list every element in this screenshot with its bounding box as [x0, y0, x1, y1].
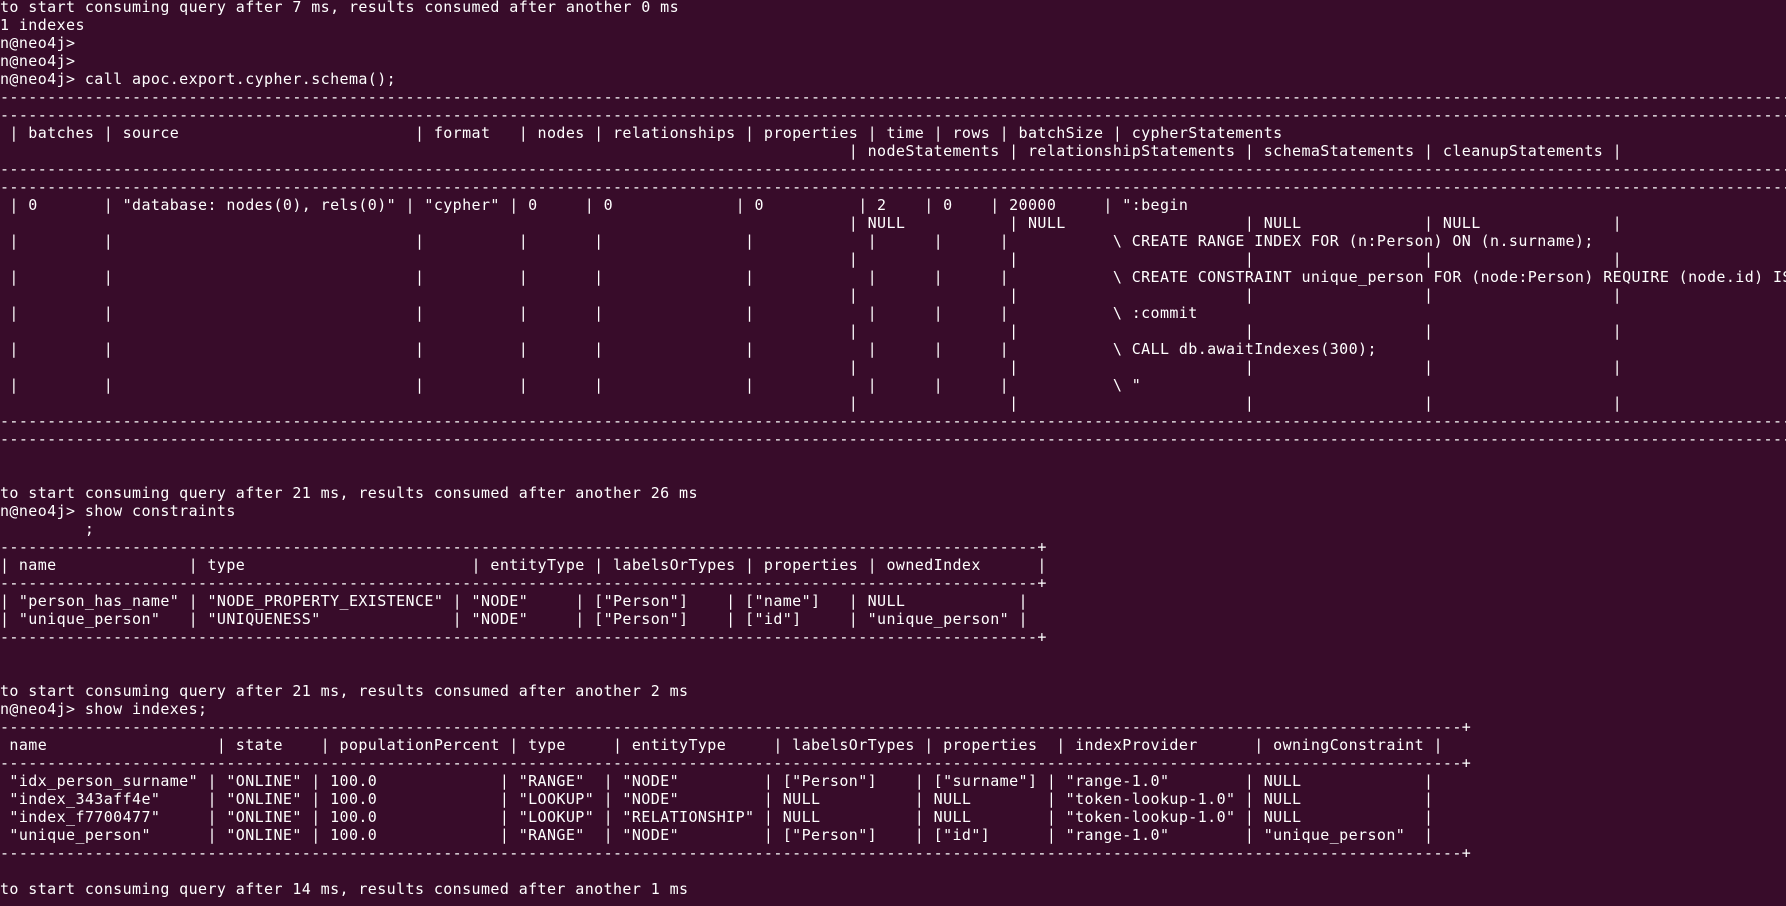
terminal-line: name | state | populationPercent | type … — [0, 736, 1443, 754]
terminal-line: | | | | | | | | | \ CALL db.awaitIndexes… — [0, 340, 1377, 358]
terminal-line: | batches | source | format | nodes | re… — [0, 124, 1283, 142]
terminal-line: | | | | | — [0, 286, 1623, 304]
terminal-output: to start consuming query after 7 ms, res… — [0, 0, 1786, 898]
terminal-line: 1 indexes — [0, 16, 85, 34]
terminal-line: | | | | | | | | | \ CREATE CONSTRAINT un… — [0, 268, 1786, 286]
terminal-line: n@neo4j> show constraints — [0, 502, 236, 520]
terminal-line: ----------------------------------------… — [0, 412, 1786, 430]
terminal-line: | | | | | — [0, 250, 1623, 268]
terminal-line: ----------------------------------------… — [0, 628, 1047, 646]
terminal-line: to start consuming query after 7 ms, res… — [0, 0, 680, 16]
terminal-line: ----------------------------------------… — [0, 178, 1786, 196]
terminal-line: ----------------------------------------… — [0, 754, 1472, 772]
terminal-line: "unique_person" | "ONLINE" | 100.0 | "RA… — [0, 826, 1434, 844]
terminal-line: ----------------------------------------… — [0, 430, 1786, 448]
terminal-line: ----------------------------------------… — [0, 88, 1786, 106]
terminal-line: | NULL | NULL | NULL | NULL | — [0, 214, 1623, 232]
terminal-line: ----------------------------------------… — [0, 538, 1047, 556]
terminal-line: | | | | | | | | | \ :commit — [0, 304, 1198, 322]
terminal-window[interactable]: to start consuming query after 7 ms, res… — [0, 0, 1786, 906]
terminal-line: | 0 | "database: nodes(0), rels(0)" | "c… — [0, 196, 1189, 214]
terminal-line: n@neo4j> show indexes; — [0, 700, 208, 718]
terminal-line: n@neo4j> — [0, 52, 76, 70]
terminal-line: n@neo4j> call apoc.export.cypher.schema(… — [0, 70, 397, 88]
terminal-line: ----------------------------------------… — [0, 106, 1786, 124]
terminal-line: "index_343aff4e" | "ONLINE" | 100.0 | "L… — [0, 790, 1434, 808]
terminal-line: | | | | | — [0, 394, 1623, 412]
terminal-line: to start consuming query after 14 ms, re… — [0, 880, 689, 898]
terminal-line: | | | | | — [0, 358, 1623, 376]
terminal-line: | nodeStatements | relationshipStatement… — [0, 142, 1623, 160]
terminal-line: n@neo4j> — [0, 34, 76, 52]
terminal-line: "index_f7700477" | "ONLINE" | 100.0 | "L… — [0, 808, 1434, 826]
terminal-line: "idx_person_surname" | "ONLINE" | 100.0 … — [0, 772, 1434, 790]
terminal-line: | | | | | — [0, 322, 1623, 340]
terminal-line: | | | | | | | | | \ CREATE RANGE INDEX F… — [0, 232, 1594, 250]
terminal-line: ; — [0, 520, 95, 538]
terminal-line: to start consuming query after 21 ms, re… — [0, 682, 689, 700]
terminal-line: ----------------------------------------… — [0, 160, 1786, 178]
terminal-line: to start consuming query after 21 ms, re… — [0, 484, 698, 502]
terminal-line: | | | | | | | | | \ " — [0, 376, 1142, 394]
terminal-line: ----------------------------------------… — [0, 574, 1047, 592]
terminal-line: | name | type | entityType | labelsOrTyp… — [0, 556, 1047, 574]
terminal-line: | "person_has_name" | "NODE_PROPERTY_EXI… — [0, 592, 1028, 610]
terminal-line: | "unique_person" | "UNIQUENESS" | "NODE… — [0, 610, 1028, 628]
terminal-line: ----------------------------------------… — [0, 718, 1472, 736]
terminal-line: ----------------------------------------… — [0, 844, 1472, 862]
